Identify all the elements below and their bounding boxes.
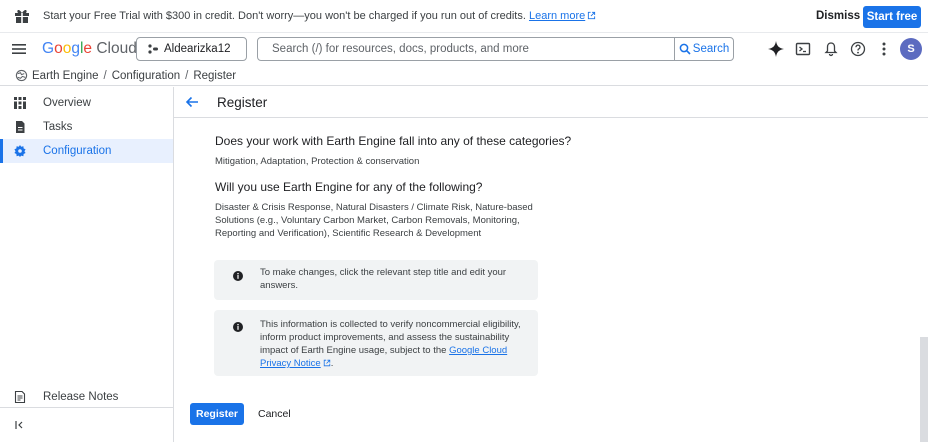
- account-avatar[interactable]: S: [900, 38, 922, 60]
- hamburger-menu-icon[interactable]: [12, 42, 26, 56]
- sidebar-divider: [0, 407, 173, 408]
- google-cloud-logo[interactable]: Google Cloud: [42, 40, 137, 58]
- info-edit-text: To make changes, click the relevant step…: [260, 267, 507, 291]
- sidebar-item-tasks[interactable]: Tasks: [0, 115, 173, 139]
- external-link-icon: [588, 11, 596, 20]
- info-box-edit: To make changes, click the relevant step…: [214, 260, 538, 300]
- gift-icon: [15, 9, 29, 23]
- search-icon: [679, 43, 691, 55]
- main-content: Register Does your work with Earth Engin…: [174, 87, 928, 442]
- dismiss-button[interactable]: Dismiss: [816, 10, 860, 22]
- external-link-icon: [323, 359, 330, 367]
- breadcrumb: Earth Engine / Configuration / Register: [0, 66, 928, 86]
- page-title: Register: [217, 95, 268, 110]
- learn-more-link[interactable]: Learn more: [529, 10, 585, 22]
- search-button[interactable]: Search: [674, 38, 733, 60]
- breadcrumb-separator: /: [103, 69, 107, 82]
- breadcrumb-separator: /: [185, 69, 189, 82]
- start-free-button[interactable]: Start free: [863, 6, 921, 28]
- gear-icon: [14, 145, 26, 157]
- project-dots-icon: [148, 44, 158, 54]
- breadcrumb-register: Register: [193, 69, 237, 82]
- doc-icon: [16, 121, 25, 133]
- project-name: Aldearizka12: [164, 43, 231, 55]
- search-input[interactable]: Search (/) for resources, docs, products…: [272, 43, 529, 55]
- scrollbar[interactable]: [920, 337, 928, 442]
- info-icon: [233, 271, 243, 281]
- answer-categories: Mitigation, Adaptation, Protection & con…: [215, 156, 420, 167]
- breadcrumb-earth-engine[interactable]: Earth Engine: [32, 70, 99, 82]
- info-box-privacy: This information is collected to verify …: [214, 310, 538, 376]
- project-picker[interactable]: Aldearizka12: [136, 37, 247, 61]
- sidebar-item-release-notes[interactable]: Release Notes: [0, 385, 173, 409]
- trial-banner: Start your Free Trial with $300 in credi…: [0, 0, 928, 33]
- more-vert-icon[interactable]: [876, 41, 892, 57]
- release-notes-icon: [14, 391, 26, 403]
- sidebar-item-configuration[interactable]: Configuration: [0, 139, 173, 163]
- page-header: Register: [174, 87, 928, 118]
- back-arrow-icon[interactable]: [185, 95, 199, 109]
- cloud-shell-icon[interactable]: [795, 41, 811, 57]
- answer-uses: Disaster & Crisis Response, Natural Disa…: [215, 202, 533, 239]
- collapse-icon: [15, 421, 23, 429]
- question-categories: Does your work with Earth Engine fall in…: [215, 134, 572, 148]
- sidebar: Overview Tasks Configuration Release Not…: [0, 87, 174, 442]
- search-bar[interactable]: Search (/) for resources, docs, products…: [257, 37, 734, 61]
- help-icon[interactable]: [850, 41, 866, 57]
- register-button[interactable]: Register: [190, 403, 244, 425]
- earth-engine-icon: [15, 69, 28, 82]
- top-header: Google Cloud Aldearizka12 Search (/) for…: [0, 33, 928, 66]
- notifications-bell-icon[interactable]: [823, 41, 839, 57]
- sidebar-item-overview[interactable]: Overview: [0, 91, 173, 115]
- grid-icon: [14, 97, 26, 109]
- gemini-sparkle-icon[interactable]: [768, 41, 784, 57]
- cancel-button[interactable]: Cancel: [258, 408, 291, 420]
- info-privacy-text: This information is collected to verify …: [260, 319, 521, 369]
- question-uses: Will you use Earth Engine for any of the…: [215, 180, 483, 194]
- info-icon: [233, 322, 243, 332]
- breadcrumb-configuration[interactable]: Configuration: [112, 70, 180, 82]
- sidebar-collapse-button[interactable]: [0, 413, 173, 437]
- banner-message: Start your Free Trial with $300 in credi…: [43, 10, 596, 22]
